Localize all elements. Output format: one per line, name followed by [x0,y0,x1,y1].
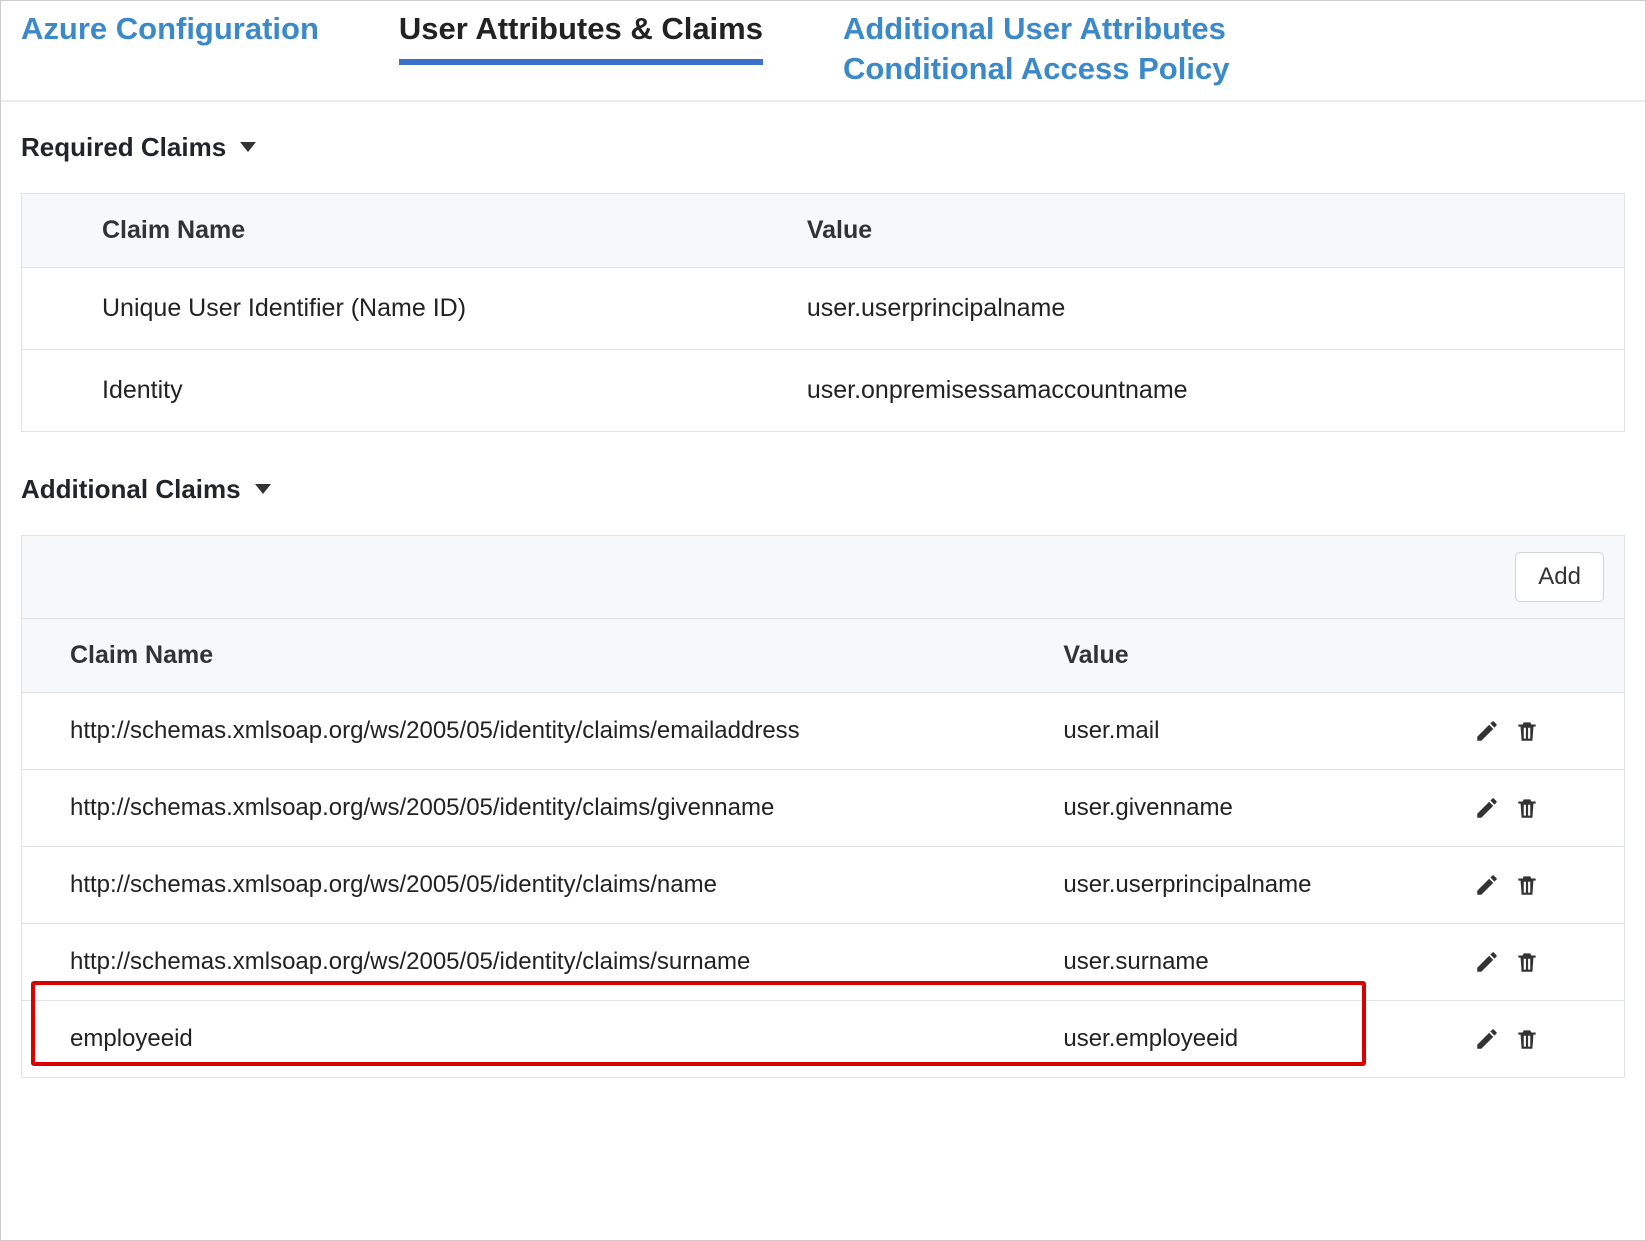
cell-actions [1464,923,1624,1000]
tabs-bar: Azure Configuration User Attributes & Cl… [1,1,1645,102]
table-row: employeeid user.employeeid [22,1000,1625,1077]
trash-icon[interactable] [1514,949,1540,975]
table-row: Unique User Identifier (Name ID) user.us… [22,267,1625,349]
cell-value: user.userprincipalname [1015,846,1464,923]
additional-claims-table: Claim Name Value http://schemas.xmlsoap.… [21,618,1625,1078]
content-area: Required Claims Claim Name Value Unique … [1,102,1645,1078]
trash-icon[interactable] [1514,795,1540,821]
pencil-icon[interactable] [1474,872,1500,898]
cell-actions [1464,846,1624,923]
col-header-value: Value [727,193,1625,267]
table-header-row: Claim Name Value [22,618,1625,692]
cell-actions [1464,692,1624,769]
chevron-down-icon [255,484,271,494]
trash-icon[interactable] [1514,718,1540,744]
tab-user-attributes-claims[interactable]: User Attributes & Claims [399,1,763,65]
cell-value: user.userprincipalname [727,267,1625,349]
add-button[interactable]: Add [1515,552,1604,602]
additional-claims-panel: Add Claim Name Value http://schemas.xmls… [21,535,1625,1078]
col-header-claim-name: Claim Name [22,618,1016,692]
required-claims-header[interactable]: Required Claims [21,132,1625,163]
table-row: http://schemas.xmlsoap.org/ws/2005/05/id… [22,692,1625,769]
table-header-row: Claim Name Value [22,193,1625,267]
table-row: http://schemas.xmlsoap.org/ws/2005/05/id… [22,846,1625,923]
col-header-value: Value [1015,618,1464,692]
tab3-line1: Additional User Attributes [843,9,1229,49]
cell-claim-name: http://schemas.xmlsoap.org/ws/2005/05/id… [22,769,1016,846]
cell-value: user.onpremisessamaccountname [727,349,1625,431]
cell-claim-name: Identity [22,349,727,431]
table-row: http://schemas.xmlsoap.org/ws/2005/05/id… [22,923,1625,1000]
pencil-icon[interactable] [1474,1026,1500,1052]
cell-claim-name: employeeid [22,1000,1016,1077]
table-row: Identity user.onpremisessamaccountname [22,349,1625,431]
trash-icon[interactable] [1514,1026,1540,1052]
col-header-claim-name: Claim Name [22,193,727,267]
chevron-down-icon [240,142,256,152]
table-row: http://schemas.xmlsoap.org/ws/2005/05/id… [22,769,1625,846]
tab3-line2: Conditional Access Policy [843,49,1229,89]
page-root: Azure Configuration User Attributes & Cl… [0,0,1646,1241]
pencil-icon[interactable] [1474,795,1500,821]
required-claims-table: Claim Name Value Unique User Identifier … [21,193,1625,432]
cell-actions [1464,1000,1624,1077]
additional-claims-toolbar: Add [21,535,1625,618]
cell-value: user.mail [1015,692,1464,769]
col-header-actions [1464,618,1624,692]
pencil-icon[interactable] [1474,949,1500,975]
additional-claims-label: Additional Claims [21,474,241,505]
cell-claim-name: http://schemas.xmlsoap.org/ws/2005/05/id… [22,923,1016,1000]
cell-claim-name: http://schemas.xmlsoap.org/ws/2005/05/id… [22,846,1016,923]
pencil-icon[interactable] [1474,718,1500,744]
cell-value: user.surname [1015,923,1464,1000]
additional-claims-header[interactable]: Additional Claims [21,474,1625,505]
cell-actions [1464,769,1624,846]
tab-additional-user-attributes-conditional-access[interactable]: Additional User Attributes Conditional A… [843,1,1229,100]
tab-azure-configuration[interactable]: Azure Configuration [21,1,319,59]
trash-icon[interactable] [1514,872,1540,898]
cell-value: user.givenname [1015,769,1464,846]
cell-value: user.employeeid [1015,1000,1464,1077]
cell-claim-name: http://schemas.xmlsoap.org/ws/2005/05/id… [22,692,1016,769]
required-claims-label: Required Claims [21,132,226,163]
cell-claim-name: Unique User Identifier (Name ID) [22,267,727,349]
